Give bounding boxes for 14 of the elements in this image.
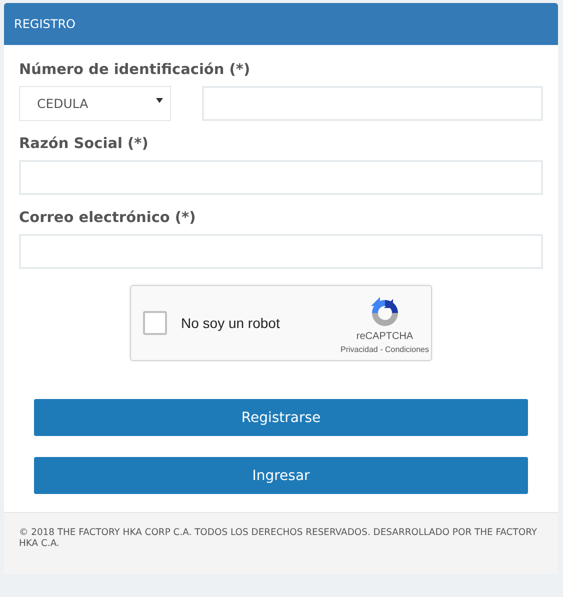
field-label: Razón Social (*) <box>19 136 150 152</box>
privacy-terms-link[interactable]: Privacidad - Condiciones <box>340 344 429 354</box>
captcha-label: No soy un robot <box>181 315 281 331</box>
field-label: Correo electrónico (*) <box>19 210 197 226</box>
submit-button[interactable]: Registrarse <box>34 399 528 436</box>
field-label: Número de identificación (*) <box>19 62 252 78</box>
panel-title: REGISTRO <box>14 17 76 31</box>
recaptcha-logo-icon <box>368 296 401 328</box>
footer-text: © 2018 THE FACTORY HKA CORP C.A. TODOS LOS DERECHOS RESERVADOS. DESARROLLADO POR THE FACTORY HKA C.A. <box>19 527 538 549</box>
submit-button[interactable]: Ingresar <box>34 457 528 494</box>
caret-icon <box>156 98 163 103</box>
id-type-dropdown[interactable]: CEDULA <box>19 86 171 121</box>
captcha-checkbox[interactable] <box>143 311 167 335</box>
recaptcha-label: reCAPTCHA <box>356 330 414 342</box>
